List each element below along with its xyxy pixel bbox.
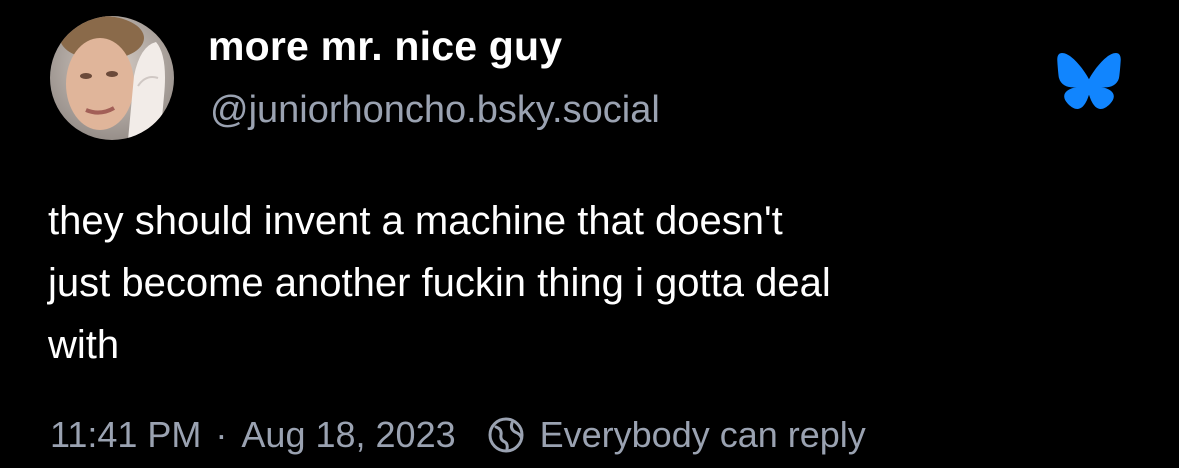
reply-setting[interactable]: Everybody can reply: [540, 414, 866, 456]
meta-separator: ·: [215, 414, 228, 455]
post-card: more mr. nice guy @juniorhoncho.bsky.soc…: [0, 0, 1179, 468]
author-display-name[interactable]: more mr. nice guy: [208, 26, 562, 67]
avatar[interactable]: [50, 16, 174, 140]
post-text-line: they should invent a machine that doesn'…: [48, 199, 783, 243]
post-text-line: just become another fuckin thing i gotta…: [48, 261, 831, 305]
post-text: they should invent a machine that doesn'…: [48, 190, 1138, 376]
globe-icon: [488, 417, 524, 453]
bluesky-butterfly-icon: [1054, 52, 1124, 110]
post-time: 11:41 PM: [50, 414, 202, 455]
author-handle[interactable]: @juniorhoncho.bsky.social: [210, 91, 660, 129]
post-date: Aug 18, 2023: [241, 414, 456, 455]
post-text-line: with: [48, 323, 120, 367]
avatar-image: [50, 16, 174, 140]
post-meta: 11:41 PM · Aug 18, 2023 Everybody can re…: [50, 412, 866, 458]
